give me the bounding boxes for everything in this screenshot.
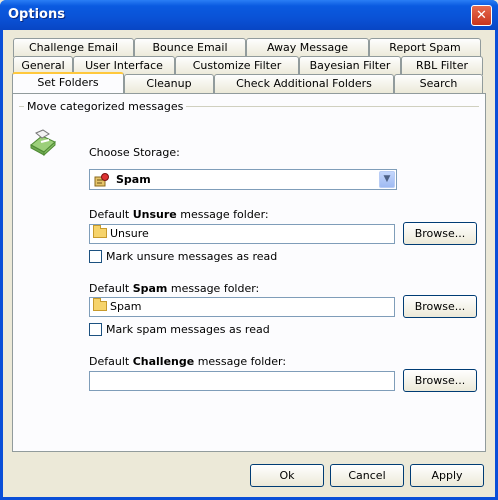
dialog-client: Challenge Email Bounce Email Away Messag… xyxy=(3,30,495,497)
unsure-browse-button[interactable]: Browse... xyxy=(403,222,477,245)
chevron-down-icon: ▼ xyxy=(383,174,391,184)
ok-button[interactable]: Ok xyxy=(250,464,324,487)
close-icon: ✕ xyxy=(476,8,487,23)
unsure-folder-field[interactable]: Unsure xyxy=(89,224,395,244)
spam-checkbox[interactable] xyxy=(89,323,102,336)
storage-label: Choose Storage: xyxy=(89,146,180,159)
label-bold: Unsure xyxy=(132,208,177,221)
spam-browse-button[interactable]: Browse... xyxy=(403,295,477,318)
tab-rbl-filter[interactable]: RBL Filter xyxy=(401,56,483,75)
tab-customize-filter[interactable]: Customize Filter xyxy=(175,56,299,75)
spam-icon xyxy=(94,173,109,187)
mark-unsure-read[interactable]: Mark unsure messages as read xyxy=(89,250,277,263)
storage-select[interactable]: Spam ▼ xyxy=(89,169,397,190)
label-suffix: message folder: xyxy=(194,355,287,368)
cancel-button[interactable]: Cancel xyxy=(330,464,404,487)
unsure-checkbox[interactable] xyxy=(89,250,102,263)
tab-cleanup[interactable]: Cleanup xyxy=(124,74,214,93)
unsure-folder-value: Unsure xyxy=(110,227,149,240)
folder-icon xyxy=(93,225,107,238)
unsure-folder-label: Default Unsure message folder: xyxy=(89,208,269,221)
title-bar[interactable]: Options ✕ xyxy=(0,0,498,30)
tab-check-additional-folders[interactable]: Check Additional Folders xyxy=(214,74,394,93)
group-label: Move categorized messages xyxy=(24,100,187,113)
label-prefix: Default xyxy=(89,355,133,368)
apply-button[interactable]: Apply xyxy=(410,464,484,487)
dropdown-arrow[interactable]: ▼ xyxy=(379,171,395,188)
close-button[interactable]: ✕ xyxy=(471,5,492,26)
label-bold: Challenge xyxy=(132,355,195,368)
label-bold: Spam xyxy=(132,282,168,295)
set-folders-panel: Move categorized messages Choose Storage… xyxy=(12,93,486,452)
challenge-folder-field[interactable] xyxy=(89,371,395,391)
spam-folder-label: Default Spam message folder: xyxy=(89,282,259,295)
checkbox-label: Mark spam messages as read xyxy=(106,323,270,336)
challenge-browse-button[interactable]: Browse... xyxy=(403,369,477,392)
tab-set-folders[interactable]: Set Folders xyxy=(12,72,124,93)
options-window: Options ✕ Challenge Email Bounce Email A… xyxy=(0,0,498,500)
label-suffix: message folder: xyxy=(167,282,260,295)
spam-folder-value: Spam xyxy=(110,300,142,313)
mark-spam-read[interactable]: Mark spam messages as read xyxy=(89,323,270,336)
label-prefix: Default xyxy=(89,282,133,295)
checkbox-label: Mark unsure messages as read xyxy=(106,250,278,263)
label-prefix: Default xyxy=(89,208,133,221)
label-suffix: message folder: xyxy=(176,208,269,221)
tab-search[interactable]: Search xyxy=(394,74,483,93)
tab-challenge-email[interactable]: Challenge Email xyxy=(13,38,134,57)
spam-folder-field[interactable]: Spam xyxy=(89,297,395,317)
folder-icon xyxy=(93,298,107,311)
tab-report-spam[interactable]: Report Spam xyxy=(369,38,481,57)
tab-away-message[interactable]: Away Message xyxy=(246,38,369,57)
window-title: Options xyxy=(8,7,65,22)
tab-bayesian-filter[interactable]: Bayesian Filter xyxy=(299,56,401,75)
storage-icon xyxy=(30,129,56,157)
tab-bounce-email[interactable]: Bounce Email xyxy=(134,38,246,57)
challenge-folder-label: Default Challenge message folder: xyxy=(89,355,286,368)
storage-selected-value: Spam xyxy=(116,173,151,186)
